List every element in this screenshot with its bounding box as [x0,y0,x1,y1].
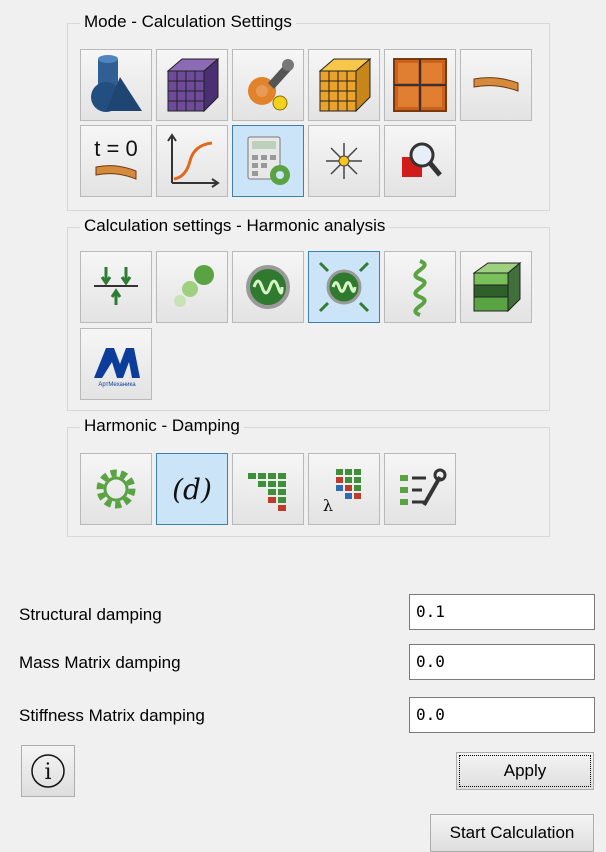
mode-settings-title: Mode - Calculation Settings [80,11,296,33]
mass-matrix-damping-label: Mass Matrix damping [19,653,181,672]
damping-title: Harmonic - Damping [80,415,244,437]
result-curve-button[interactable] [156,125,228,197]
svg-text:t = 0: t = 0 [94,136,137,161]
zoom-search-icon [402,142,442,177]
apm-logo-button[interactable]: АртМеханика [80,328,152,400]
harmonic-wave-icon [246,265,290,309]
result-curve-icon [167,133,220,188]
burst-icon [326,143,362,179]
svg-text:АртМеханика: АртМеханика [98,382,136,388]
settings-list-icon [400,468,447,506]
apply-button[interactable]: Apply [456,752,594,790]
beam-section-icon [473,77,519,92]
svg-text:(d): (d) [172,473,212,506]
structural-damping-field[interactable]: 0.1 [409,594,595,630]
calculator-settings-button[interactable] [232,125,304,197]
damping-d-icon: (d) [172,473,212,506]
lambda-matrix-button[interactable]: λ [308,453,380,525]
calculator-settings-icon [247,136,290,185]
settings-list-button[interactable] [384,453,456,525]
beam-section-button[interactable] [460,49,532,121]
matrix-staircase-button[interactable] [232,453,304,525]
burst-button[interactable] [308,125,380,197]
layered-box-icon [472,261,522,313]
damping-group: Harmonic - Damping (d) λ [67,415,550,537]
mesh-cube-button[interactable] [156,49,228,121]
mode-settings-group: Mode - Calculation Settings t = 0 [67,11,550,211]
geometry-shapes-icon [91,55,142,112]
orange-mesh-cube-button[interactable] [308,49,380,121]
supports-loads-button[interactable] [80,251,152,323]
grid-frame-icon [393,58,447,112]
damping-d-button[interactable]: (d) [156,453,228,525]
damping-settings-button[interactable] [80,453,152,525]
svg-text:λ: λ [323,496,333,515]
mass-points-button[interactable] [156,251,228,323]
harmonic-excitation-button[interactable] [308,251,380,323]
geometry-shapes-button[interactable] [80,49,152,121]
harmonic-analysis-group: Calculation settings - Harmonic analysis [67,215,550,411]
tools-properties-icon [248,59,294,111]
apm-logo-icon: АртМеханика [94,348,140,388]
start-calculation-button[interactable]: Start Calculation [430,814,594,852]
info-icon: i [31,754,65,788]
harmonic-wave-button[interactable] [232,251,304,323]
spring-coil-icon [413,259,427,317]
tools-properties-button[interactable] [232,49,304,121]
structural-damping-label: Structural damping [19,605,162,624]
supports-loads-icon [94,267,138,305]
initial-condition-icon: t = 0 [94,136,138,180]
spring-coil-button[interactable] [384,251,456,323]
mass-matrix-damping-field[interactable]: 0.0 [409,644,595,680]
orange-mesh-cube-icon [318,57,372,113]
layered-box-button[interactable] [460,251,532,323]
mesh-cube-icon [166,57,220,113]
harmonic-excitation-icon [318,261,370,313]
info-button[interactable]: i [21,745,75,797]
stiffness-matrix-damping-label: Stiffness Matrix damping [19,706,205,725]
harmonic-analysis-title: Calculation settings - Harmonic analysis [80,215,390,237]
svg-text:i: i [44,760,51,785]
lambda-matrix-icon: λ [323,469,361,515]
grid-frame-button[interactable] [384,49,456,121]
matrix-staircase-icon [248,473,286,511]
initial-condition-button[interactable]: t = 0 [80,125,152,197]
mass-points-icon [174,265,214,307]
stiffness-matrix-damping-field[interactable]: 0.0 [409,697,595,733]
zoom-search-button[interactable] [384,125,456,197]
gear-icon [96,469,136,509]
